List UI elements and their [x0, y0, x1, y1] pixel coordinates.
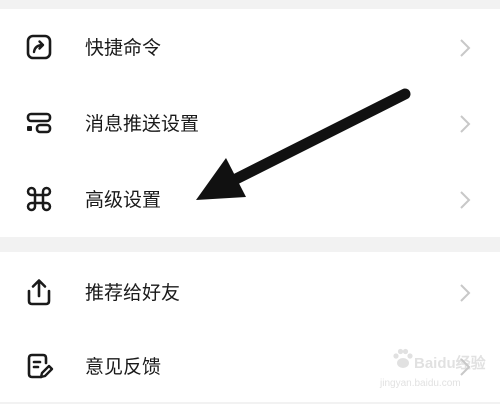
menu-item-label: 推荐给好友 — [85, 282, 181, 304]
chevron-right-icon — [458, 282, 472, 304]
chevron-right-icon — [458, 113, 472, 135]
settings-group-1: 快捷命令 消息推送设置 高级设置 — [0, 9, 500, 237]
shortcut-arrow-icon — [24, 32, 54, 62]
menu-item-label: 意见反馈 — [85, 356, 162, 378]
menu-item-advanced-settings[interactable]: 高级设置 — [0, 161, 500, 237]
feedback-edit-icon — [24, 351, 54, 381]
chevron-right-icon — [458, 356, 472, 378]
share-upload-icon — [24, 277, 54, 307]
menu-item-recommend-friend[interactable]: 推荐给好友 — [0, 254, 500, 330]
chevron-right-icon — [458, 189, 472, 211]
command-key-icon — [24, 184, 54, 214]
message-push-icon — [24, 108, 54, 138]
menu-item-label: 消息推送设置 — [85, 113, 200, 135]
menu-item-label: 高级设置 — [85, 189, 162, 211]
menu-item-push-settings[interactable]: 消息推送设置 — [0, 85, 500, 161]
chevron-right-icon — [458, 37, 472, 59]
menu-item-label: 快捷命令 — [85, 37, 162, 59]
menu-item-shortcuts[interactable]: 快捷命令 — [0, 9, 500, 85]
menu-item-feedback[interactable]: 意见反馈 — [0, 328, 500, 404]
settings-group-2: 推荐给好友 意见反馈 — [0, 252, 500, 402]
